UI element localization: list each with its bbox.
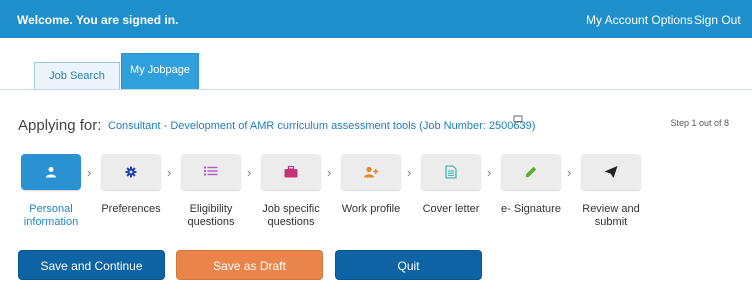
list-icon <box>204 166 218 176</box>
step-review-and-submit-button[interactable] <box>581 154 641 190</box>
step-work-profile-button[interactable] <box>341 154 401 190</box>
tab-job-search[interactable]: Job Search <box>34 62 120 89</box>
step-counter: Step 1 out of 8 <box>670 118 729 128</box>
save-as-draft-button[interactable]: Save as Draft <box>176 250 323 280</box>
chevron-right-icon: › <box>487 165 492 180</box>
step-label-review-and-submit: Review and submit <box>582 203 640 228</box>
pencil-icon <box>525 166 537 178</box>
step-label-work-profile: Work profile <box>341 203 401 215</box>
step-label-e-signature: e- Signature <box>501 203 561 215</box>
step-label-job-specific-questions: Job specific questions <box>262 203 320 228</box>
chevron-right-icon: › <box>247 165 252 180</box>
comment-icon[interactable] <box>513 112 523 130</box>
step-cover-letter-button[interactable] <box>421 154 481 190</box>
step-label-personal-information: Personal information <box>23 203 79 228</box>
person-icon <box>46 167 56 178</box>
top-bar: Welcome. You are signed in. My Account O… <box>0 0 752 38</box>
step-label-preferences: Preferences <box>101 203 161 215</box>
step-job-specific-questions-button[interactable] <box>261 154 321 190</box>
step-label-eligibility-questions: Eligibility questions <box>187 203 235 228</box>
chevron-right-icon: › <box>167 165 172 180</box>
welcome-message: Welcome. You are signed in. <box>17 13 179 27</box>
person-add-icon <box>364 166 379 178</box>
step-personal-information-button[interactable] <box>21 154 81 190</box>
save-and-continue-button[interactable]: Save and Continue <box>18 250 165 280</box>
tab-my-jobpage[interactable]: My Jobpage <box>121 53 199 90</box>
briefcase-icon <box>284 166 298 178</box>
chevron-right-icon: › <box>567 165 572 180</box>
gear-icon <box>125 166 137 178</box>
my-account-options-link[interactable]: My Account Options <box>586 13 693 27</box>
step-e-signature-button[interactable] <box>501 154 561 190</box>
step-eligibility-questions-button[interactable] <box>181 154 241 190</box>
step-preferences-button[interactable] <box>101 154 161 190</box>
chevron-right-icon: › <box>407 165 412 180</box>
applying-for-label: Applying for: <box>18 117 102 134</box>
quit-button[interactable]: Quit <box>335 250 482 280</box>
chevron-right-icon: › <box>327 165 332 180</box>
tab-divider <box>0 89 752 90</box>
job-title-link[interactable]: Consultant - Development of AMR curricul… <box>108 120 535 132</box>
send-icon <box>604 166 618 178</box>
step-label-cover-letter: Cover letter <box>422 203 480 215</box>
document-icon <box>445 165 457 179</box>
chevron-right-icon: › <box>87 165 92 180</box>
sign-out-link[interactable]: Sign Out <box>694 13 741 27</box>
